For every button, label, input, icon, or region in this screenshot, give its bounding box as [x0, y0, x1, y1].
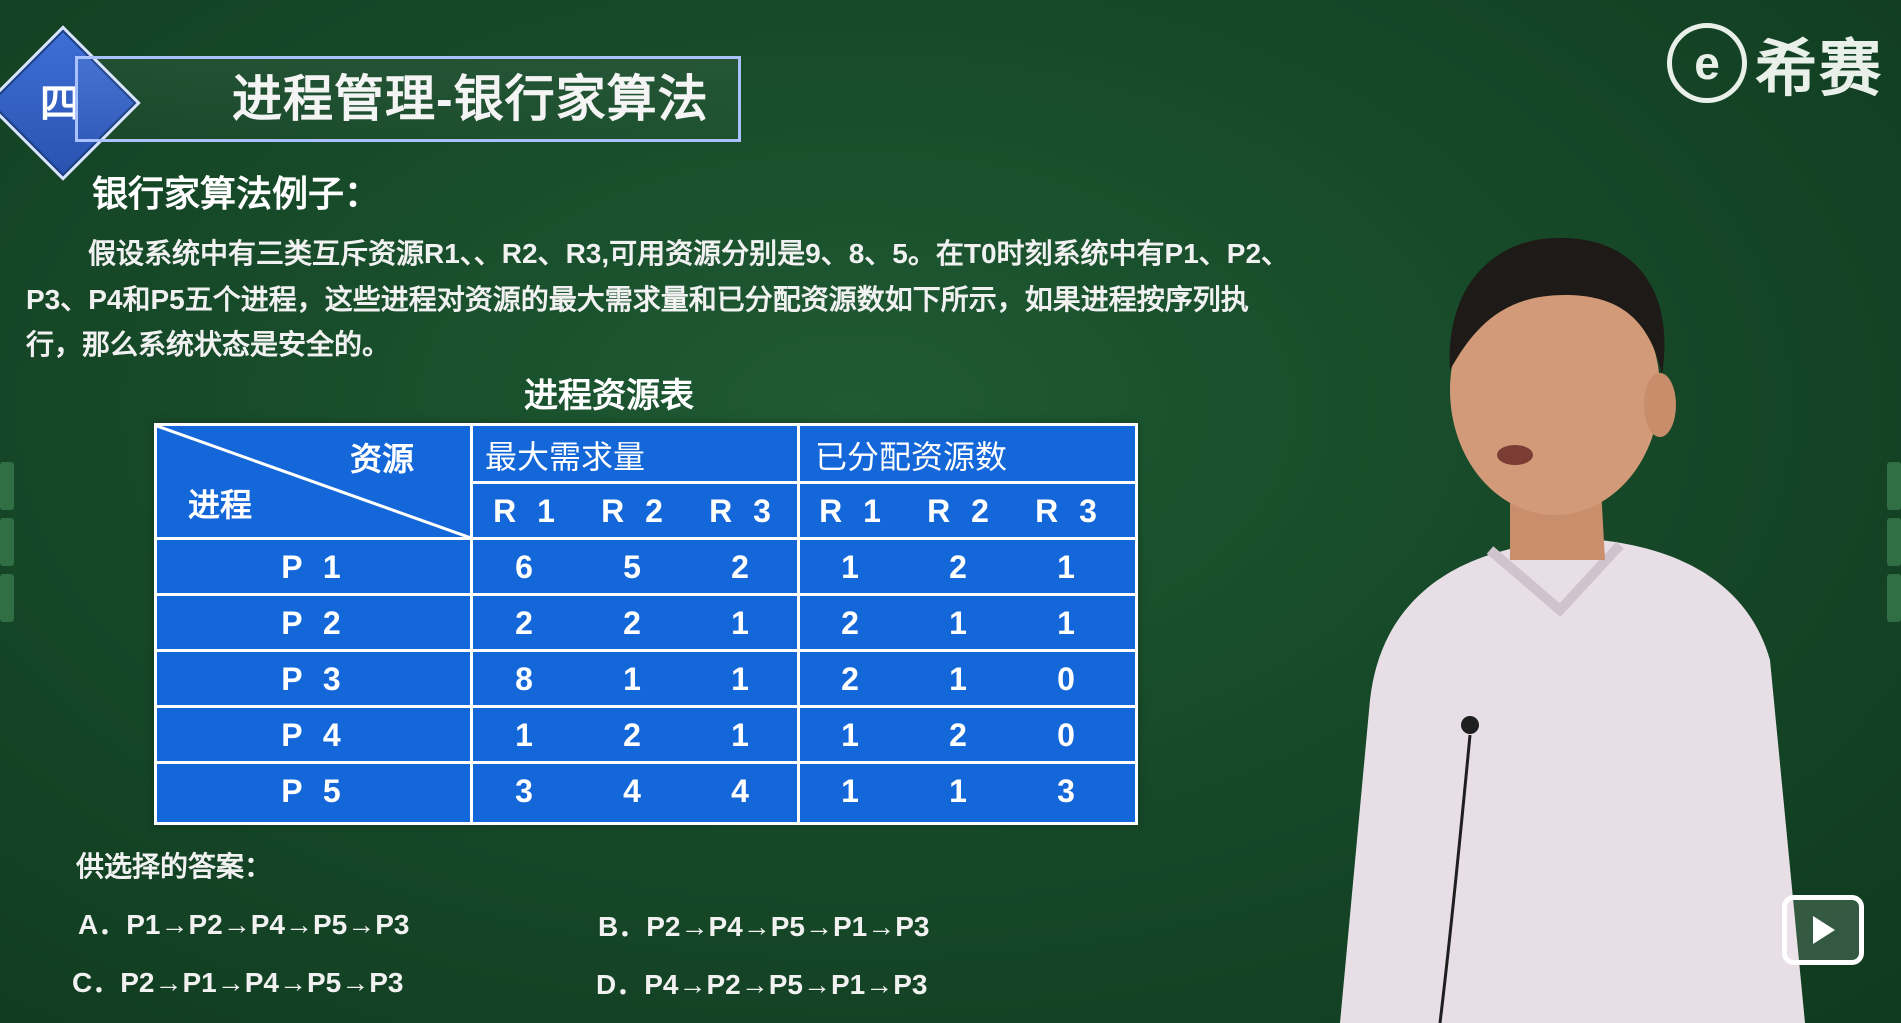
process-resource-table: 资源 进程 最大需求量 已分配资源数 R 1 R 2 R 3 R 1 R 2 R…	[154, 423, 1138, 825]
table-cell: 2	[841, 604, 865, 641]
left-side-tab	[0, 462, 14, 510]
table-cell: 2	[949, 548, 973, 585]
table-cell: 1	[949, 772, 973, 809]
sub-header-r2-alloc: R 2	[927, 492, 995, 529]
row-process-p5: P 5	[281, 772, 347, 809]
table-title: 进程资源表	[524, 377, 694, 415]
group-header-max-demand: 最大需求量	[485, 439, 646, 475]
presenter-video	[1340, 237, 1805, 1023]
table-cell: 1	[841, 548, 865, 585]
table-cell: 6	[515, 548, 539, 585]
sub-header-r2-max: R 2	[601, 492, 669, 529]
brand-logo: e 希赛	[1666, 23, 1883, 104]
table-cell: 0	[1057, 716, 1081, 753]
table-cell: 2	[949, 716, 973, 753]
row-process-p3: P 3	[281, 660, 347, 697]
right-side-tab	[1887, 462, 1901, 510]
table-cell: 1	[949, 604, 973, 641]
paragraph-line: P3、P4和P5五个进程，这些进程对资源的最大需求量和已分配资源数如下所示，如果…	[26, 284, 1249, 315]
table-cell: 4	[623, 772, 647, 809]
group-header-allocated: 已分配资源数	[815, 439, 1008, 475]
answer-option-b: B．P2→P4→P5→P1→P3	[598, 911, 930, 942]
table-cell: 1	[1057, 604, 1081, 641]
table-cell: 1	[949, 660, 973, 697]
table-cell: 2	[515, 604, 539, 641]
table-divider	[157, 537, 1135, 540]
play-button[interactable]	[1782, 895, 1864, 965]
play-icon	[1813, 916, 1835, 944]
right-side-tab	[1887, 518, 1901, 566]
table-divider	[157, 649, 1135, 652]
corner-header-process: 进程	[187, 487, 252, 523]
answer-option-c: C．P2→P1→P4→P5→P3	[72, 967, 404, 998]
row-process-p4: P 4	[281, 716, 347, 753]
table-cell: 3	[1057, 772, 1081, 809]
sub-header-r3-max: R 3	[709, 492, 777, 529]
left-side-tab	[0, 518, 14, 566]
table-divider	[470, 481, 1135, 484]
table-divider	[157, 593, 1135, 596]
sub-header-r1-max: R 1	[493, 492, 561, 529]
page-title: 进程管理-银行家算法	[232, 71, 709, 127]
table-cell: 8	[515, 660, 539, 697]
row-process-p2: P 2	[281, 604, 347, 641]
right-side-tab	[1887, 574, 1901, 622]
table-cell: 0	[1057, 660, 1081, 697]
table-cell: 4	[731, 772, 755, 809]
corner-header-resource: 资源	[349, 441, 414, 477]
table-cell: 2	[841, 660, 865, 697]
row-process-p1: P 1	[281, 548, 347, 585]
table-cell: 1	[515, 716, 539, 753]
paragraph-line: 假设系统中有三类互斥资源R1、、R2、R3,可用资源分别是9、8、5。在T0时刻…	[88, 238, 1290, 269]
table-cell: 3	[515, 772, 539, 809]
paragraph-line: 行，那么系统状态是安全的。	[26, 329, 391, 360]
table-cell: 1	[731, 660, 755, 697]
table-cell: 1	[841, 716, 865, 753]
table-divider	[157, 761, 1135, 764]
table-cell: 2	[731, 548, 755, 585]
section-heading: 银行家算法例子：	[92, 173, 381, 214]
left-side-tab	[0, 574, 14, 622]
table-divider	[157, 705, 1135, 708]
answer-option-a: A．P1→P2→P4→P5→P3	[78, 909, 410, 940]
sub-header-r3-alloc: R 3	[1035, 492, 1103, 529]
table-cell: 1	[731, 604, 755, 641]
logo-mark-icon: e	[1666, 23, 1747, 103]
answer-option-d: D．P4→P2→P5→P1→P3	[596, 969, 928, 1000]
table-cell: 5	[623, 548, 647, 585]
table-cell: 1	[623, 660, 647, 697]
sub-header-r1-alloc: R 1	[819, 492, 887, 529]
table-cell: 1	[731, 716, 755, 753]
answers-label: 供选择的答案：	[76, 851, 273, 882]
table-cell: 1	[841, 772, 865, 809]
logo-text: 希赛	[1754, 35, 1883, 104]
table-cell: 1	[1057, 548, 1081, 585]
table-cell: 2	[623, 716, 647, 753]
table-cell: 2	[623, 604, 647, 641]
